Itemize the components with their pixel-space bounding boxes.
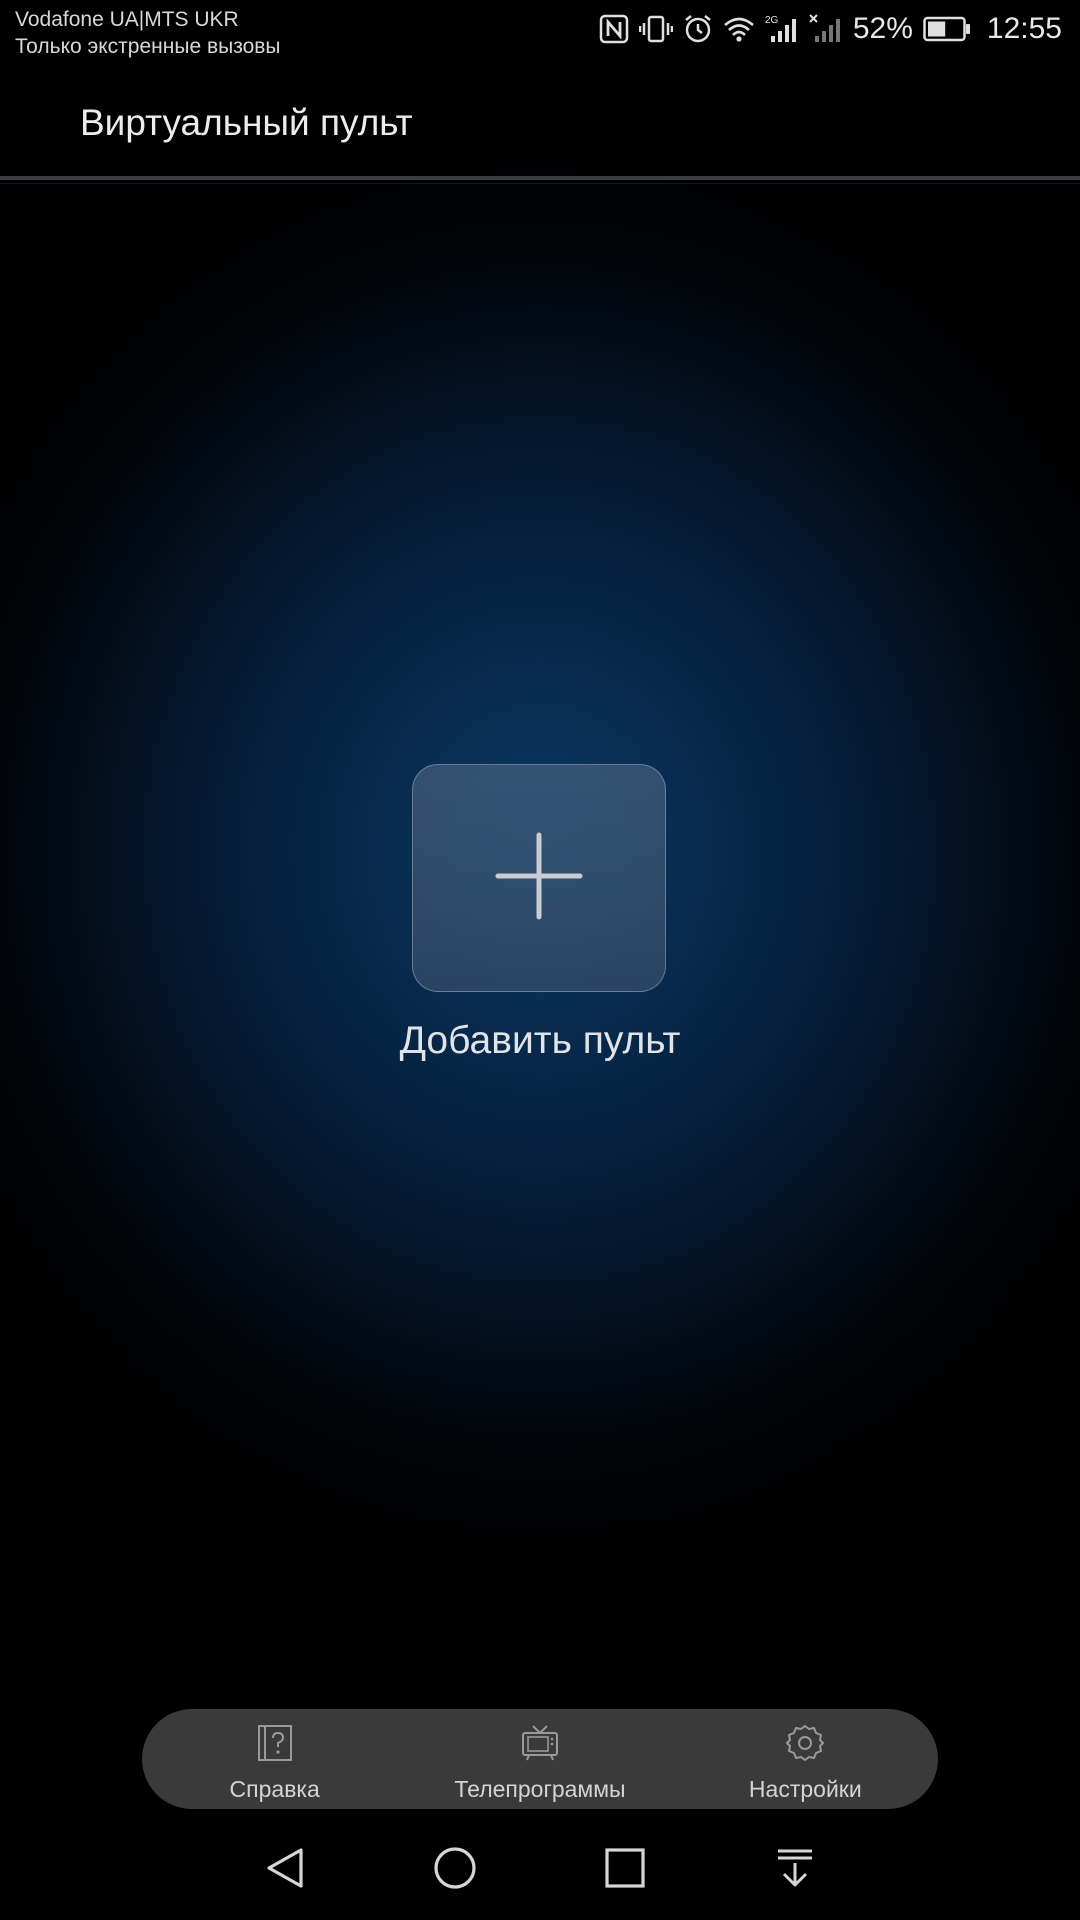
nfc-icon: [599, 14, 629, 44]
clock: 12:55: [986, 12, 1062, 45]
home-icon: [432, 1845, 478, 1896]
title-divider: [0, 176, 1080, 180]
signal-icon: 2G: [765, 14, 799, 44]
toolbar-label-help: Справка: [229, 1776, 320, 1802]
plus-icon: [494, 831, 584, 926]
add-remote-button[interactable]: [412, 764, 666, 992]
add-remote-label[interactable]: Добавить пульт: [0, 1015, 1080, 1067]
toolbar-item-tv-guide[interactable]: Телепрограммы: [407, 1709, 672, 1809]
vibrate-icon: [638, 14, 673, 44]
toolbar-label-tv-guide: Телепрограммы: [454, 1776, 626, 1802]
notification-drawer-button[interactable]: [765, 1840, 825, 1900]
wifi-icon: [723, 15, 755, 43]
toolbar-item-help[interactable]: Справка: [142, 1709, 407, 1809]
alarm-icon: [683, 14, 713, 44]
network-type-label: 2G: [765, 15, 779, 26]
battery-icon: [923, 16, 971, 42]
home-button[interactable]: [425, 1840, 485, 1900]
recents-icon: [602, 1845, 648, 1896]
emergency-calls-only: Только экстренные вызовы: [15, 35, 281, 58]
back-icon: [263, 1845, 309, 1896]
toolbar-label-settings: Настройки: [748, 1776, 862, 1802]
gear-icon: [786, 1723, 825, 1763]
tv-icon: [521, 1723, 559, 1763]
signal-no-sim-icon: [809, 14, 843, 44]
title-divider-shadow: [0, 183, 1080, 184]
notification-drawer-icon: [772, 1845, 818, 1896]
page-title: Виртуальный пульт: [80, 102, 413, 143]
bottom-toolbar: Справка Телепрограммы Настройки: [142, 1709, 938, 1809]
battery-percent: 52%: [852, 12, 913, 45]
toolbar-item-settings[interactable]: Настройки: [673, 1709, 938, 1809]
recents-button[interactable]: [595, 1840, 655, 1900]
status-icons: 2G 52% 12:55: [599, 9, 1062, 49]
screen: Vodafone UA|MTS UKR Только экстренные вы…: [0, 0, 1080, 1920]
navigation-bar: [0, 1820, 1080, 1920]
help-book-icon: [257, 1723, 293, 1763]
carrier-name: Vodafone UA|MTS UKR: [15, 8, 239, 31]
carrier-info: Vodafone UA|MTS UKR Только экстренные вы…: [15, 6, 281, 60]
status-bar: Vodafone UA|MTS UKR Только экстренные вы…: [0, 0, 1080, 60]
back-button[interactable]: [256, 1840, 316, 1900]
